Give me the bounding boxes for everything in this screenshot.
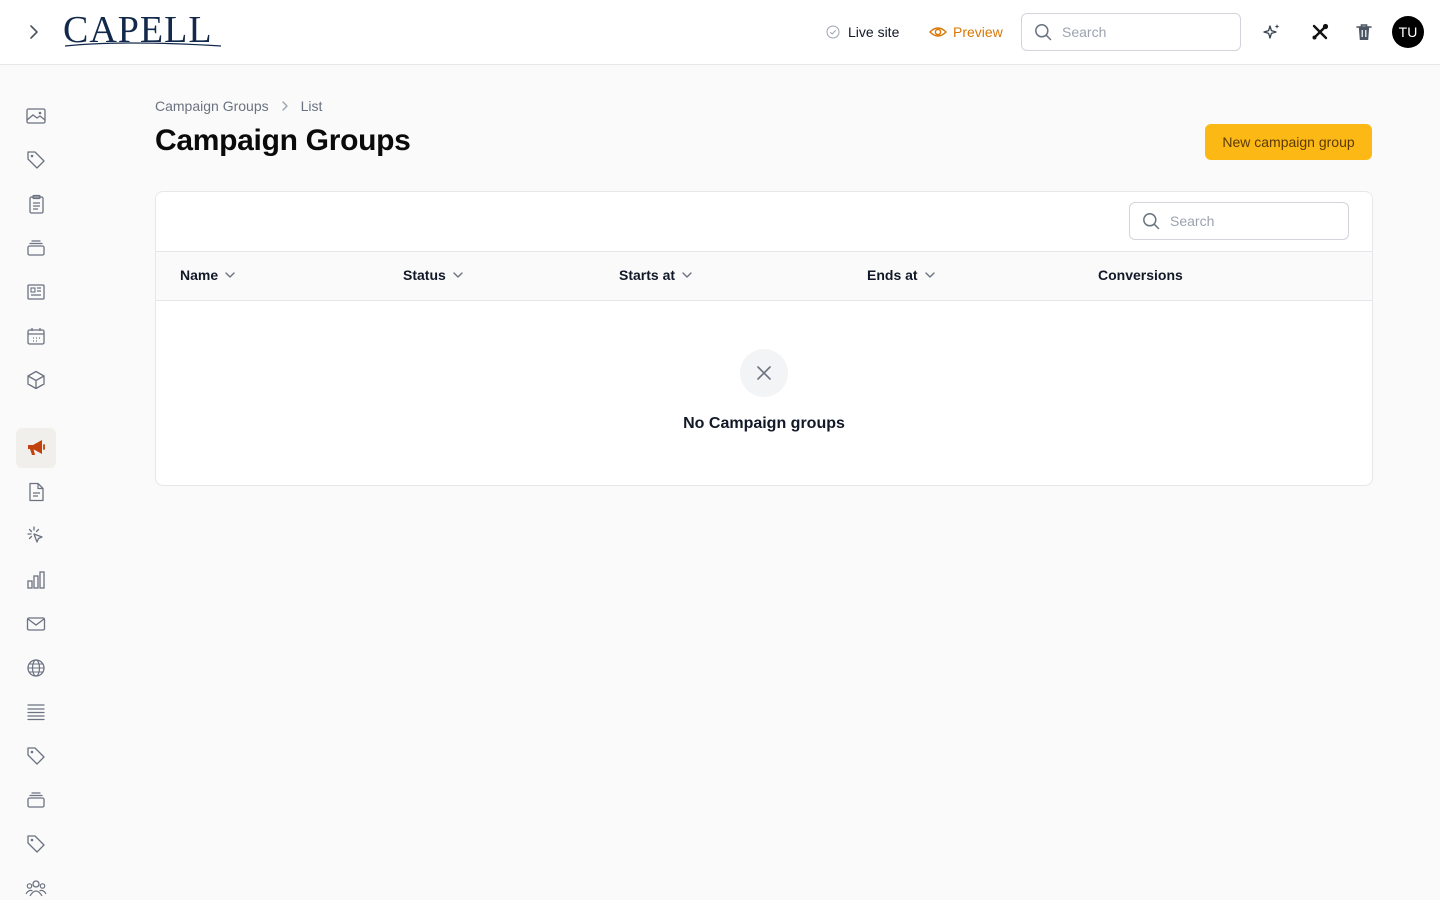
- column-label: Starts at: [619, 267, 676, 283]
- globe-icon: [27, 659, 45, 677]
- user-avatar[interactable]: TU: [1392, 16, 1424, 48]
- chevron-right-icon: [30, 25, 38, 39]
- sidebar-item-analytics[interactable]: [16, 560, 56, 600]
- sidebar: [0, 65, 72, 900]
- cursor-click-icon: [27, 526, 43, 543]
- campaign-groups-table: Name Status Starts at Ends at Conversion…: [155, 191, 1373, 486]
- breadcrumb-current: List: [300, 98, 323, 114]
- empty-state-icon: [740, 349, 788, 397]
- column-label: Conversions: [1098, 267, 1183, 283]
- megaphone-icon: [28, 440, 45, 455]
- top-bar: CAPELL Live site Preview TU: [0, 0, 1440, 65]
- tools-button[interactable]: [1308, 20, 1332, 44]
- sidebar-item-users[interactable]: [16, 868, 56, 900]
- search-icon: [1035, 24, 1052, 41]
- sidebar-item-clipboard[interactable]: [16, 184, 56, 224]
- calendar-icon: [27, 328, 45, 345]
- sidebar-item-documents[interactable]: [16, 472, 56, 512]
- global-search[interactable]: [1021, 13, 1241, 51]
- expand-sidebar-button[interactable]: [20, 18, 48, 46]
- empty-state-message: No Campaign groups: [683, 415, 845, 432]
- table-search-input[interactable]: [1170, 213, 1320, 229]
- sidebar-item-news[interactable]: [16, 272, 56, 312]
- search-icon: [1143, 213, 1160, 230]
- bar-chart-icon: [27, 571, 45, 589]
- tag-icon: [27, 151, 45, 169]
- column-header-name[interactable]: Name: [180, 267, 236, 283]
- sidebar-item-sites[interactable]: [16, 648, 56, 688]
- table-search[interactable]: [1129, 202, 1349, 240]
- column-header-ends-at[interactable]: Ends at: [867, 267, 936, 283]
- envelope-icon: [26, 617, 46, 631]
- column-label: Status: [403, 267, 446, 283]
- column-label: Name: [180, 267, 219, 283]
- live-site-link[interactable]: Live site: [826, 22, 899, 42]
- breadcrumb-campaign-groups[interactable]: Campaign Groups: [155, 98, 269, 114]
- chevron-down-icon: [924, 272, 935, 278]
- image-icon: [26, 108, 46, 124]
- sidebar-item-clicks[interactable]: [16, 516, 56, 556]
- sidebar-item-mail[interactable]: [16, 604, 56, 644]
- sidebar-item-campaigns[interactable]: [16, 428, 56, 468]
- x-mark-icon: [757, 366, 771, 380]
- stack-icon: [27, 792, 45, 808]
- check-circle-icon: [826, 25, 840, 39]
- trash-icon: [1356, 24, 1372, 40]
- sidebar-item-media[interactable]: [16, 96, 56, 136]
- table-header: Name Status Starts at Ends at Conversion…: [156, 251, 1372, 301]
- sidebar-item-labels[interactable]: [16, 736, 56, 776]
- ai-sparkles-button[interactable]: [1260, 20, 1284, 44]
- sidebar-item-categories[interactable]: [16, 824, 56, 864]
- column-label: Ends at: [867, 267, 918, 283]
- column-header-conversions: Conversions: [1098, 267, 1183, 283]
- sidebar-item-events[interactable]: [16, 316, 56, 356]
- tag-icon: [27, 835, 45, 853]
- cube-icon: [27, 370, 45, 390]
- users-icon: [25, 880, 47, 897]
- trash-button[interactable]: [1352, 20, 1376, 44]
- chevron-down-icon: [682, 272, 692, 278]
- sidebar-item-products[interactable]: [16, 360, 56, 400]
- breadcrumb: Campaign Groups List: [155, 96, 322, 116]
- chevron-down-icon: [225, 272, 235, 278]
- sidebar-item-archive[interactable]: [16, 780, 56, 820]
- clipboard-icon: [29, 194, 44, 214]
- column-header-starts-at[interactable]: Starts at: [619, 267, 693, 283]
- page-title: Campaign Groups: [155, 124, 411, 157]
- live-site-label: Live site: [848, 24, 900, 40]
- preview-label: Preview: [953, 24, 1003, 40]
- stack-icon: [27, 240, 45, 256]
- eye-icon: [929, 27, 947, 37]
- brand-logo[interactable]: CAPELL: [63, 10, 223, 52]
- document-icon: [29, 482, 44, 502]
- list-icon: [27, 704, 45, 721]
- preview-link[interactable]: Preview: [929, 22, 1003, 42]
- newspaper-icon: [27, 284, 45, 300]
- new-campaign-group-button[interactable]: New campaign group: [1205, 124, 1372, 160]
- global-search-input[interactable]: [1062, 24, 1212, 40]
- chevron-right-icon: [281, 101, 288, 111]
- sparkles-icon: [1263, 24, 1280, 39]
- sidebar-item-tags[interactable]: [16, 140, 56, 180]
- tag-icon: [27, 747, 45, 765]
- chevron-down-icon: [453, 272, 463, 278]
- wrench-screwdriver-icon: [1312, 23, 1329, 40]
- column-header-status[interactable]: Status: [403, 267, 464, 283]
- sidebar-item-lists[interactable]: [16, 692, 56, 732]
- sidebar-item-collections[interactable]: [16, 228, 56, 268]
